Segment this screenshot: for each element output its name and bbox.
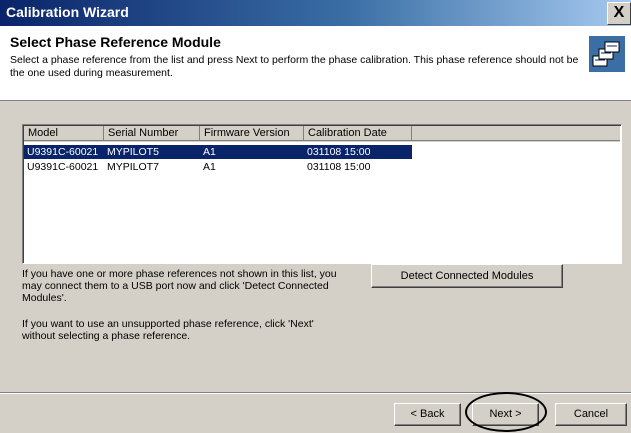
list-header: Model Serial Number Firmware Version Cal… [24, 126, 620, 142]
table-row[interactable]: U9391C-60021 MYPILOT7 A1 031108 15:00 [24, 160, 412, 174]
info-text-detect: If you have one or more phase references… [22, 268, 337, 304]
cancel-button[interactable]: Cancel [555, 403, 627, 426]
wizard-icon [589, 36, 625, 72]
cell-serial: MYPILOT7 [107, 161, 159, 173]
cell-firmware: A1 [203, 161, 216, 173]
close-button[interactable]: X [607, 2, 631, 25]
column-header-empty [412, 126, 620, 141]
window-title: Calibration Wizard [6, 4, 129, 20]
phase-reference-list[interactable]: Model Serial Number Firmware Version Cal… [22, 124, 622, 264]
column-header-serial[interactable]: Serial Number [104, 126, 200, 141]
highlight-circle [465, 392, 547, 432]
page-title: Select Phase Reference Module [10, 34, 221, 50]
wizard-header: Select Phase Reference Module Select a p… [0, 26, 631, 101]
info-text-unsupported: If you want to use an unsupported phase … [22, 318, 314, 342]
cell-serial: MYPILOT5 [107, 146, 159, 158]
page-description: Select a phase reference from the list a… [10, 54, 579, 79]
column-header-firmware[interactable]: Firmware Version [200, 126, 304, 141]
footer-separator [0, 392, 631, 394]
cell-firmware: A1 [203, 146, 216, 158]
cell-date: 031108 15:00 [307, 146, 371, 158]
table-row[interactable]: U9391C-60021 MYPILOT5 A1 031108 15:00 [24, 145, 412, 159]
column-header-model[interactable]: Model [24, 126, 104, 141]
column-header-date[interactable]: Calibration Date [304, 126, 412, 141]
detect-modules-button[interactable]: Detect Connected Modules [371, 264, 563, 288]
cell-date: 031108 15:00 [307, 161, 371, 173]
back-button[interactable]: < Back [394, 403, 461, 426]
cell-model: U9391C-60021 [27, 146, 99, 158]
title-bar: Calibration Wizard [0, 0, 631, 26]
cell-model: U9391C-60021 [27, 161, 99, 173]
